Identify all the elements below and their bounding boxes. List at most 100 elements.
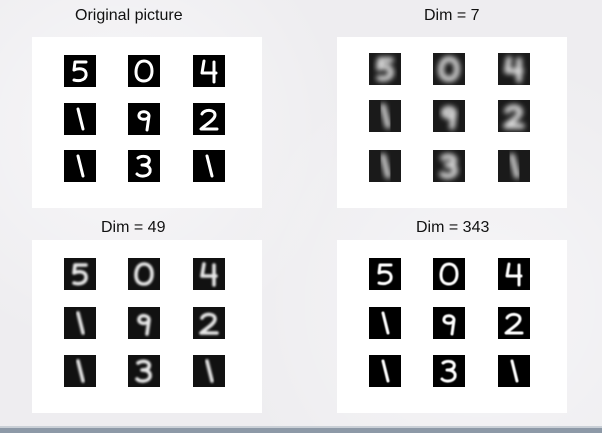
digit-cell-original-1-2 (193, 103, 225, 135)
digit-glyph (76, 359, 85, 383)
digit-stroke (503, 104, 525, 129)
digit-cell-dim49-1-2 (193, 307, 225, 339)
digit-cell-dim7-1-0 (369, 100, 401, 132)
digit-cell-original-0-1 (128, 55, 160, 87)
digit-glyph (137, 313, 151, 336)
digit-cell-original-0-0 (64, 55, 96, 87)
digit-stroke (135, 359, 152, 383)
digit-cell-original-2-1 (128, 150, 160, 182)
digit-cell-dim343-0-0 (369, 258, 401, 290)
digit-stroke (440, 359, 457, 383)
digit-glyph (438, 56, 460, 82)
digit-stroke (505, 262, 523, 287)
digit-cell-dim7-2-2 (498, 150, 530, 182)
digit-stroke (442, 314, 456, 336)
digit-stroke (439, 153, 458, 179)
digit-glyph (199, 312, 219, 335)
digit-stroke (76, 359, 85, 383)
digit-stroke (441, 106, 457, 130)
digit-cell-dim343-0-2 (498, 258, 530, 290)
digit-stroke (199, 108, 219, 131)
digit-stroke (377, 263, 393, 286)
digit-cell-dim7-2-1 (433, 150, 465, 182)
digit-glyph (205, 154, 214, 178)
digit-cell-dim343-2-1 (433, 355, 465, 387)
digit-glyph (134, 59, 154, 83)
digit-cell-dim49-0-1 (128, 258, 160, 290)
digit-cell-dim7-2-0 (369, 150, 401, 182)
digit-stroke (137, 313, 151, 336)
digit-stroke (510, 359, 519, 383)
digit-glyph (510, 359, 519, 383)
digit-stroke (76, 107, 85, 131)
digit-cell-dim343-1-0 (369, 307, 401, 339)
digit-glyph (135, 359, 152, 383)
digit-glyph (135, 154, 152, 178)
digit-stroke (200, 59, 218, 84)
digit-glyph (76, 107, 85, 131)
digit-cell-dim7-0-1 (433, 53, 465, 85)
digit-glyph (440, 359, 457, 383)
digit-cell-dim7-0-2 (498, 53, 530, 85)
digit-stroke (72, 60, 88, 83)
digit-glyph (504, 312, 524, 335)
digit-stroke (439, 262, 459, 286)
digit-stroke (509, 153, 520, 179)
digit-stroke (380, 153, 391, 179)
digit-glyph (441, 106, 457, 130)
digit-glyph (199, 108, 219, 131)
digit-glyph (72, 263, 88, 286)
digit-stroke (504, 56, 524, 83)
digit-cell-dim49-2-1 (128, 355, 160, 387)
digit-cell-dim7-1-1 (433, 100, 465, 132)
digit-glyph (380, 103, 391, 129)
digit-cell-dim49-0-0 (64, 258, 96, 290)
digit-glyph (200, 262, 218, 287)
digit-glyph (505, 262, 523, 287)
digit-glyph (200, 59, 218, 84)
digit-cell-original-0-2 (193, 55, 225, 87)
digit-cell-dim343-2-0 (369, 355, 401, 387)
digit-cell-dim7-0-0 (369, 53, 401, 85)
digit-stroke (137, 110, 151, 132)
digit-glyph (72, 60, 88, 83)
digit-cell-dim49-0-2 (193, 258, 225, 290)
digit-glyph (76, 154, 85, 178)
digit-glyph (76, 311, 85, 335)
digit-glyph (134, 262, 154, 286)
bottom-bar (0, 428, 602, 433)
digit-stroke (381, 359, 390, 383)
digit-cell-dim49-2-0 (64, 355, 96, 387)
digit-glyph (205, 359, 214, 383)
digit-cell-dim49-2-2 (193, 355, 225, 387)
digit-stroke (134, 262, 154, 286)
digit-stroke (200, 262, 218, 287)
caption-dim-49: Dim = 49 (101, 219, 166, 236)
digit-cell-original-2-2 (193, 150, 225, 182)
digit-stroke (135, 154, 152, 178)
digit-stroke (376, 57, 394, 82)
caption-dim-343: Dim = 343 (416, 219, 490, 236)
digit-stroke (76, 154, 85, 178)
digit-glyph (381, 359, 390, 383)
digit-stroke (199, 312, 219, 335)
digit-glyph (380, 153, 391, 179)
digit-stroke (438, 56, 460, 82)
digit-cell-dim343-1-2 (498, 307, 530, 339)
digit-stroke (380, 103, 391, 129)
digit-cell-original-1-0 (64, 103, 96, 135)
digit-stroke (205, 359, 214, 383)
digit-stroke (134, 59, 154, 83)
digit-stroke (205, 154, 214, 178)
digit-cell-dim343-1-1 (433, 307, 465, 339)
digit-glyph (137, 110, 151, 132)
digit-glyph (504, 56, 524, 83)
digit-cell-dim49-1-0 (64, 307, 96, 339)
digit-cell-dim7-1-2 (498, 100, 530, 132)
digit-glyph (442, 314, 456, 336)
digit-cell-original-1-1 (128, 103, 160, 135)
digit-glyph (503, 104, 525, 129)
digit-glyph (376, 57, 394, 82)
caption-original: Original picture (75, 7, 183, 24)
digit-glyph (509, 153, 520, 179)
